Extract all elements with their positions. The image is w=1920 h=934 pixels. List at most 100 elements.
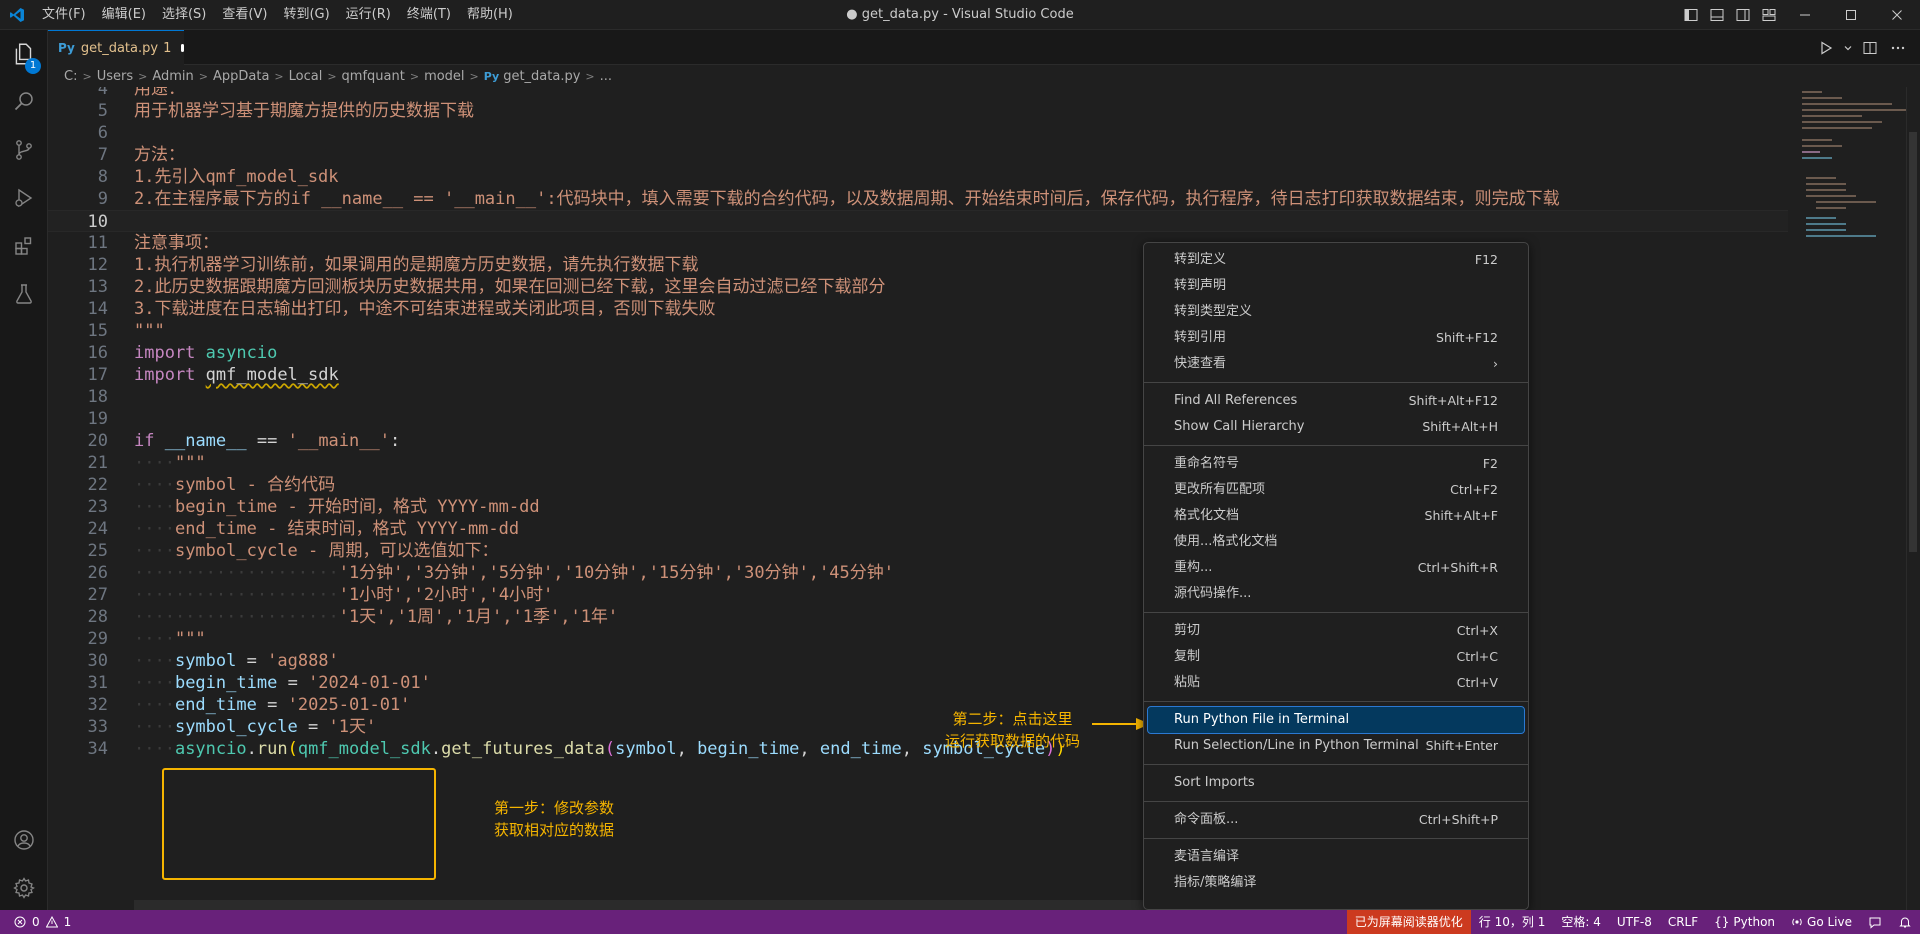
end-of-line[interactable]: CRLF	[1660, 910, 1706, 934]
menu-terminal[interactable]: 终端(T)	[399, 0, 459, 30]
breadcrumb-symbol[interactable]: ...	[600, 69, 612, 84]
breadcrumb-admin[interactable]: Admin	[152, 69, 193, 84]
menu-indicator-strategy-compile[interactable]: 指标/策略编译	[1148, 870, 1524, 896]
menu-peek[interactable]: 快速查看 ›	[1148, 351, 1524, 377]
docstring-line: 注意事项：	[134, 233, 219, 253]
breadcrumb-users[interactable]: Users	[97, 69, 133, 84]
menu-run-selection-in-python-terminal[interactable]: Run Selection/Line in Python Terminal Shi…	[1148, 733, 1524, 759]
run-python-icon[interactable]	[1814, 36, 1838, 60]
extensions-icon[interactable]	[0, 222, 48, 270]
menu-source-action[interactable]: 源代码操作...	[1148, 581, 1524, 607]
menu-format-document[interactable]: 格式化文档 Shift+Alt+F	[1148, 503, 1524, 529]
menu-run[interactable]: 运行(R)	[338, 0, 399, 30]
run-dropdown-chevron-icon[interactable]	[1842, 36, 1854, 60]
maximize-icon[interactable]	[1828, 0, 1874, 30]
docstring-start: """	[174, 453, 206, 473]
value-end-time: '2025-01-01'	[287, 695, 411, 715]
breadcrumb-local[interactable]: Local	[289, 69, 323, 84]
menu-view[interactable]: 查看(V)	[214, 0, 275, 30]
run-debug-icon[interactable]	[0, 174, 48, 222]
settings-gear-icon[interactable]	[0, 864, 48, 912]
status-bar: 0 1 已为屏幕阅读器优化 行 10，列 1 空格: 4 UTF-8 CRLF …	[0, 910, 1920, 934]
horizontal-scrollbar[interactable]	[134, 900, 1184, 910]
arg-begin-time: begin_time	[697, 739, 800, 759]
line-number: 15	[87, 321, 108, 341]
menu-show-call-hierarchy[interactable]: Show Call Hierarchy Shift+Alt+H	[1148, 414, 1524, 440]
line-number: 34	[87, 739, 108, 759]
language-mode[interactable]: {} Python	[1706, 910, 1783, 934]
testing-icon[interactable]	[0, 270, 48, 318]
language-label: Python	[1733, 915, 1776, 929]
toggle-sidebar-icon[interactable]	[1678, 0, 1704, 30]
split-editor-icon[interactable]	[1858, 36, 1882, 60]
more-actions-icon[interactable]	[1886, 36, 1910, 60]
menu-selection[interactable]: 选择(S)	[154, 0, 214, 30]
menu-file[interactable]: 文件(F)	[34, 0, 94, 30]
go-live-button[interactable]: Go Live	[1783, 910, 1860, 934]
menu-command-palette[interactable]: 命令面板... Ctrl+Shift+P	[1148, 807, 1524, 833]
menu-cut[interactable]: 剪切 Ctrl+X	[1148, 618, 1524, 644]
module-asyncio: asyncio	[205, 343, 278, 363]
feedback-icon[interactable]	[1860, 910, 1890, 934]
screen-reader-optimized[interactable]: 已为屏幕阅读器优化	[1346, 910, 1471, 934]
python-file-icon: Py	[58, 41, 75, 55]
line-number: 33	[87, 717, 108, 737]
menu-separator	[1144, 764, 1528, 765]
vertical-scrollbar[interactable]	[1906, 87, 1920, 910]
value-begin-time: '2024-01-01'	[308, 673, 431, 693]
account-icon[interactable]	[0, 816, 48, 864]
menu-change-all-occurrences[interactable]: 更改所有匹配项 Ctrl+F2	[1148, 477, 1524, 503]
title-bar: 文件(F) 编辑(E) 选择(S) 查看(V) 转到(G) 运行(R) 终端(T…	[0, 0, 1920, 30]
customize-layout-icon[interactable]	[1756, 0, 1782, 30]
arg-symbol: symbol	[615, 739, 677, 759]
encoding[interactable]: UTF-8	[1609, 910, 1660, 934]
breadcrumb-model[interactable]: model	[424, 69, 464, 84]
breadcrumb-appdata[interactable]: AppData	[213, 69, 269, 84]
menu-help[interactable]: 帮助(H)	[459, 0, 521, 30]
explorer-icon[interactable]: 1	[0, 30, 48, 78]
menu-run-python-file-in-terminal[interactable]: Run Python File in Terminal	[1147, 706, 1525, 734]
menu-edit[interactable]: 编辑(E)	[94, 0, 154, 30]
minimize-icon[interactable]	[1782, 0, 1828, 30]
menu-paste[interactable]: 粘贴 Ctrl+V	[1148, 670, 1524, 696]
toggle-secondary-sidebar-icon[interactable]	[1730, 0, 1756, 30]
menu-copy[interactable]: 复制 Ctrl+C	[1148, 644, 1524, 670]
unsaved-dot-icon[interactable]	[181, 44, 184, 52]
menu-go-to-type-definition[interactable]: 转到类型定义	[1148, 299, 1524, 325]
breadcrumb-file[interactable]: get_data.py	[503, 69, 580, 84]
docstring-end: """	[174, 629, 206, 649]
menu-go-to-definition[interactable]: 转到定义 F12	[1148, 247, 1524, 273]
menu-go-to-declaration[interactable]: 转到声明	[1148, 273, 1524, 299]
cursor-position[interactable]: 行 10，列 1	[1471, 910, 1554, 934]
menu-rename-symbol[interactable]: 重命名符号 F2	[1148, 451, 1524, 477]
menu-go-to-references[interactable]: 转到引用 Shift+F12	[1148, 325, 1524, 351]
line-number: 25	[87, 541, 108, 561]
breadcrumb-qmfquant[interactable]: qmfquant	[342, 69, 405, 84]
menu-refactor[interactable]: 重构... Ctrl+Shift+R	[1148, 555, 1524, 581]
line-number: 32	[87, 695, 108, 715]
assign-op: =	[287, 673, 298, 693]
warning-icon	[45, 916, 58, 928]
indentation[interactable]: 空格: 4	[1553, 910, 1609, 934]
line-number: 27	[87, 585, 108, 605]
menu-format-document-with[interactable]: 使用...格式化文档	[1148, 529, 1524, 555]
module-asyncio: asyncio	[174, 739, 247, 759]
close-icon[interactable]	[1874, 0, 1920, 30]
problems-indicator[interactable]: 0 1	[0, 915, 71, 929]
breadcrumb-drive[interactable]: C:	[64, 69, 77, 84]
tab-get-data[interactable]: Py get_data.py 1	[48, 30, 184, 65]
var-symbol-cycle: symbol_cycle	[174, 717, 298, 737]
source-control-icon[interactable]	[0, 126, 48, 174]
toggle-panel-icon[interactable]	[1704, 0, 1730, 30]
error-icon	[14, 916, 26, 928]
minimap[interactable]	[1796, 87, 1906, 910]
menu-sort-imports[interactable]: Sort Imports	[1148, 770, 1524, 796]
menu-find-all-references[interactable]: Find All References Shift+Alt+F12	[1148, 388, 1524, 414]
operator-eq: ==	[256, 431, 278, 451]
docstring-line: 1.先引入qmf_model_sdk	[134, 167, 339, 187]
line-number: 14	[87, 299, 108, 319]
search-icon[interactable]	[0, 78, 48, 126]
notifications-bell-icon[interactable]	[1890, 910, 1920, 934]
menu-go[interactable]: 转到(G)	[275, 0, 337, 30]
menu-mai-language-compile[interactable]: 麦语言编译	[1148, 844, 1524, 870]
